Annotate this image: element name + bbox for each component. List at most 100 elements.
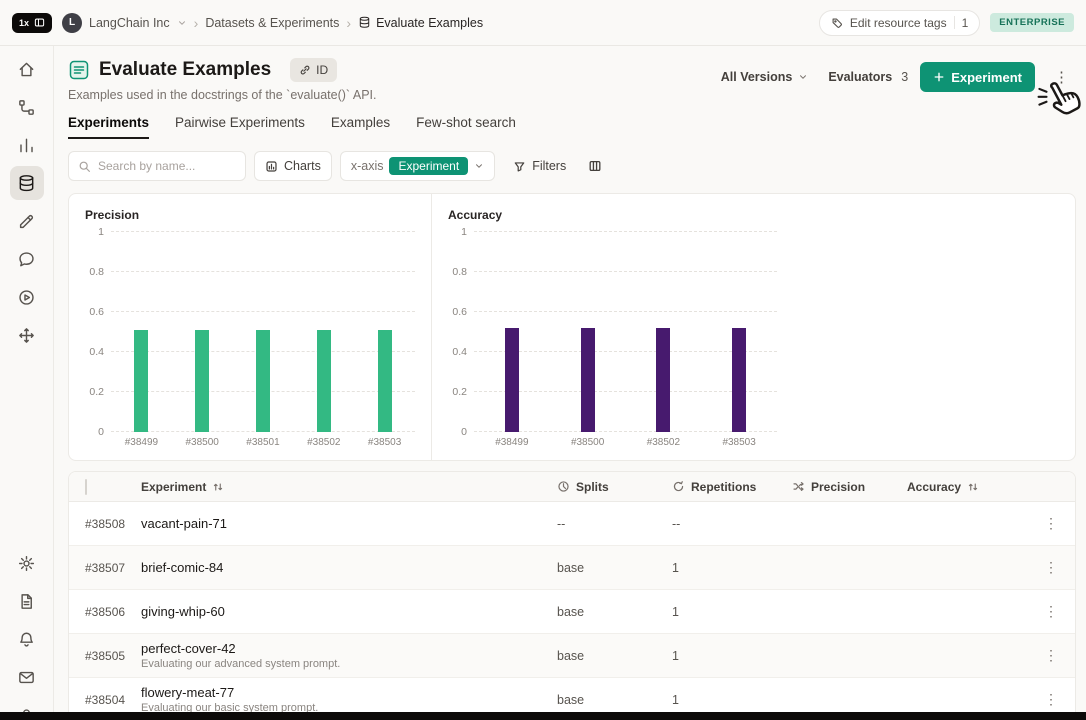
column-header-repetitions[interactable]: Repetitions [672, 480, 792, 494]
experiment-id: #38505 [69, 649, 141, 663]
charts-icon [265, 160, 278, 173]
tab-few-shot-search[interactable]: Few-shot search [416, 115, 516, 139]
column-header-precision[interactable]: Precision [792, 480, 907, 494]
filters-button[interactable]: Filters [503, 151, 576, 181]
tab-examples[interactable]: Examples [331, 115, 390, 139]
table-row[interactable]: #38506giving-whip-60base1 ⋮ [69, 590, 1075, 634]
sidebar-item-chat[interactable] [10, 242, 44, 276]
sidebar-item-playground[interactable] [10, 280, 44, 314]
docs-icon [17, 592, 36, 611]
repetitions-cell: 1 [672, 649, 792, 663]
columns-button[interactable] [584, 159, 606, 173]
org-avatar[interactable]: L [62, 13, 82, 33]
experiment-name[interactable]: vacant-pain-71 [141, 516, 557, 531]
x-tick-label: #38500 [172, 437, 233, 448]
sidebar-item-annotation[interactable] [10, 204, 44, 238]
recorder-pill: 1x [12, 13, 52, 33]
versions-dropdown[interactable]: All Versions [713, 63, 817, 91]
sidebar-item-datasets[interactable] [10, 166, 44, 200]
chart-bar[interactable] [378, 330, 392, 432]
plus-icon [933, 71, 945, 83]
panel-icon [34, 17, 45, 28]
hub-icon [17, 326, 36, 345]
repetitions-cell: 1 [672, 605, 792, 619]
row-kebab-menu[interactable]: ⋮ [1027, 515, 1075, 532]
row-kebab-menu[interactable]: ⋮ [1027, 559, 1075, 576]
table-row[interactable]: #38505perfect-cover-42Evaluating our adv… [69, 634, 1075, 678]
chart-precision: Precision00.20.40.60.81#38499#38500#3850… [69, 194, 431, 460]
org-name[interactable]: LangChain Inc [89, 16, 170, 30]
filter-icon [513, 160, 526, 173]
header-actions: All Versions Evaluators 3 Experiment ⋮ [713, 58, 1076, 92]
sidebar-item-dashboards[interactable] [10, 128, 44, 162]
new-experiment-button[interactable]: Experiment [920, 62, 1035, 92]
chart-accuracy: Accuracy00.20.40.60.81#38499#38500#38502… [431, 194, 793, 460]
experiment-name[interactable]: flowery-meat-77 [141, 685, 557, 700]
breadcrumb: L LangChain Inc › Datasets & Experiments… [62, 13, 483, 33]
xaxis-dropdown[interactable]: x-axis Experiment [340, 151, 495, 181]
sort-icon [212, 481, 224, 493]
settings-icon [17, 554, 36, 573]
search-icon [78, 160, 91, 173]
sidebar-top [10, 52, 44, 356]
chart-bar[interactable] [256, 330, 270, 432]
chart-bar[interactable] [656, 328, 670, 432]
column-header-accuracy[interactable]: Accuracy [907, 480, 1027, 494]
experiment-id: #38504 [69, 693, 141, 707]
tab-pairwise-experiments[interactable]: Pairwise Experiments [175, 115, 305, 139]
column-header-experiment[interactable]: Experiment [141, 480, 557, 494]
sidebar-item-hub[interactable] [10, 318, 44, 352]
sidebar-item-notifications[interactable] [10, 622, 44, 656]
x-tick-label: #38501 [233, 437, 294, 448]
x-tick-label: #38503 [354, 437, 415, 448]
evaluators-button[interactable]: Evaluators 3 [828, 70, 908, 84]
sidebar-item-tracing[interactable] [10, 90, 44, 124]
header-kebab-menu[interactable]: ⋮ [1047, 66, 1076, 88]
edit-resource-tags-button[interactable]: Edit resource tags 1 [819, 10, 980, 36]
sidebar-item-home[interactable] [10, 52, 44, 86]
y-axis: 00.20.40.60.81 [85, 232, 111, 432]
chevron-down-icon[interactable] [177, 18, 187, 28]
experiment-id: #38506 [69, 605, 141, 619]
mail-icon [17, 668, 36, 687]
charts-button[interactable]: Charts [254, 151, 332, 181]
x-tick-label: #38499 [474, 437, 550, 448]
breadcrumb-separator: › [346, 15, 351, 31]
table-header: ExperimentSplitsRepetitionsPrecisionAccu… [69, 472, 1075, 502]
chart-bar[interactable] [732, 328, 746, 432]
row-kebab-menu[interactable]: ⋮ [1027, 691, 1075, 708]
playground-icon [17, 288, 36, 307]
sidebar-item-settings[interactable] [10, 546, 44, 580]
row-kebab-menu[interactable]: ⋮ [1027, 603, 1075, 620]
splits-cell: base [557, 605, 672, 619]
sidebar-item-docs[interactable] [10, 584, 44, 618]
notifications-icon [17, 630, 36, 649]
chart-bar[interactable] [317, 330, 331, 432]
tab-experiments[interactable]: Experiments [68, 115, 149, 139]
breadcrumb-datasets[interactable]: Datasets & Experiments [205, 16, 339, 30]
bottom-bar [0, 712, 1086, 720]
experiment-name[interactable]: perfect-cover-42 [141, 641, 557, 656]
experiments-table: ExperimentSplitsRepetitionsPrecisionAccu… [68, 471, 1076, 720]
id-chip[interactable]: ID [290, 58, 337, 82]
precision-icon [792, 480, 805, 493]
speed-badge: 1x [19, 18, 29, 28]
sidebar-item-mail[interactable] [10, 660, 44, 694]
breadcrumb-current: Evaluate Examples [358, 16, 483, 30]
experiment-name[interactable]: giving-whip-60 [141, 604, 557, 619]
columns-icon [588, 159, 602, 173]
chart-bar[interactable] [134, 330, 148, 432]
chart-bar[interactable] [195, 330, 209, 432]
table-row[interactable]: #38508vacant-pain-71----⋮ [69, 502, 1075, 546]
table-row[interactable]: #38507brief-comic-84base1⋮ [69, 546, 1075, 590]
plot-area [474, 232, 777, 432]
row-kebab-menu[interactable]: ⋮ [1027, 647, 1075, 664]
experiment-name[interactable]: brief-comic-84 [141, 560, 557, 575]
column-header-splits[interactable]: Splits [557, 480, 672, 494]
chart-bar[interactable] [581, 328, 595, 432]
x-tick-label: #38502 [293, 437, 354, 448]
chart-bar[interactable] [505, 328, 519, 432]
search-input[interactable] [98, 159, 236, 173]
splits-cell: base [557, 649, 672, 663]
select-all-checkbox[interactable] [85, 479, 87, 495]
